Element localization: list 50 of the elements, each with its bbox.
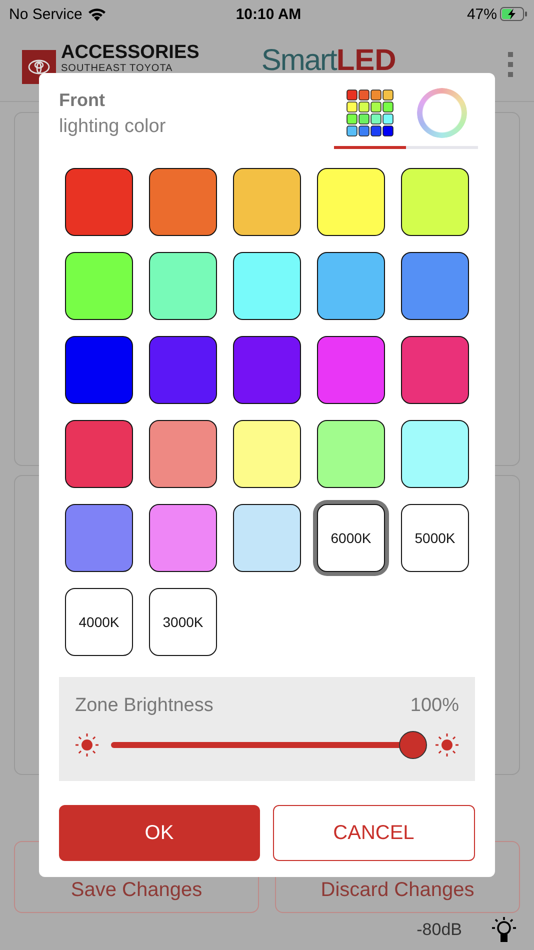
- color-swatch[interactable]: [233, 420, 301, 488]
- wifi-icon: [87, 6, 108, 22]
- color-swatch[interactable]: [233, 168, 301, 236]
- temperature-swatch[interactable]: 5000K: [401, 504, 469, 572]
- color-swatch[interactable]: [317, 420, 385, 488]
- color-swatch[interactable]: [317, 252, 385, 320]
- temperature-swatch[interactable]: 4000K: [65, 588, 133, 656]
- ok-button[interactable]: OK: [59, 805, 260, 861]
- sun-large-icon: [435, 733, 459, 757]
- battery-charging-icon: [500, 7, 528, 21]
- color-swatch[interactable]: [401, 252, 469, 320]
- color-swatch[interactable]: [401, 168, 469, 236]
- brand-name: ACCESSORIES: [61, 43, 200, 63]
- color-swatch[interactable]: [317, 336, 385, 404]
- brand-subtitle: SOUTHEAST TOYOTA: [61, 63, 174, 74]
- color-swatch[interactable]: [149, 504, 217, 572]
- color-swatch[interactable]: [233, 252, 301, 320]
- brightness-slider-thumb[interactable]: [399, 731, 427, 759]
- color-swatch[interactable]: [65, 252, 133, 320]
- brightness-reading: 100%: [410, 695, 459, 717]
- color-swatch[interactable]: [65, 420, 133, 488]
- swatch-grid-icon: [346, 88, 394, 136]
- color-swatch[interactable]: [149, 420, 217, 488]
- dialog-subtitle: lighting color: [59, 115, 166, 139]
- color-swatch[interactable]: [317, 168, 385, 236]
- app-title: Smart: [261, 46, 336, 76]
- brightness-slider[interactable]: [111, 731, 427, 759]
- color-swatch[interactable]: [149, 168, 217, 236]
- signal-reading: -80dB: [416, 920, 462, 940]
- color-swatch[interactable]: [233, 504, 301, 572]
- brightness-label: Zone Brightness: [75, 695, 214, 717]
- sun-small-icon: [75, 733, 99, 757]
- color-swatch[interactable]: [233, 336, 301, 404]
- menu-icon[interactable]: [508, 52, 514, 78]
- light-bulb-icon[interactable]: [490, 916, 518, 944]
- dialog-title: Front: [59, 89, 106, 112]
- carrier-label: No Service: [9, 6, 82, 22]
- temperature-swatch[interactable]: 3000K: [149, 588, 217, 656]
- color-swatch[interactable]: [65, 504, 133, 572]
- color-swatch[interactable]: [149, 252, 217, 320]
- color-swatch[interactable]: [65, 168, 133, 236]
- color-wheel-icon: [417, 88, 467, 138]
- color-swatch[interactable]: [149, 336, 217, 404]
- color-swatch[interactable]: [65, 336, 133, 404]
- color-swatch[interactable]: [401, 420, 469, 488]
- app-title-accent: LED: [336, 46, 396, 76]
- cancel-button[interactable]: CANCEL: [272, 805, 475, 861]
- color-swatch[interactable]: [401, 336, 469, 404]
- clock: 10:10 AM: [236, 6, 302, 22]
- battery-percent: 47%: [466, 6, 497, 22]
